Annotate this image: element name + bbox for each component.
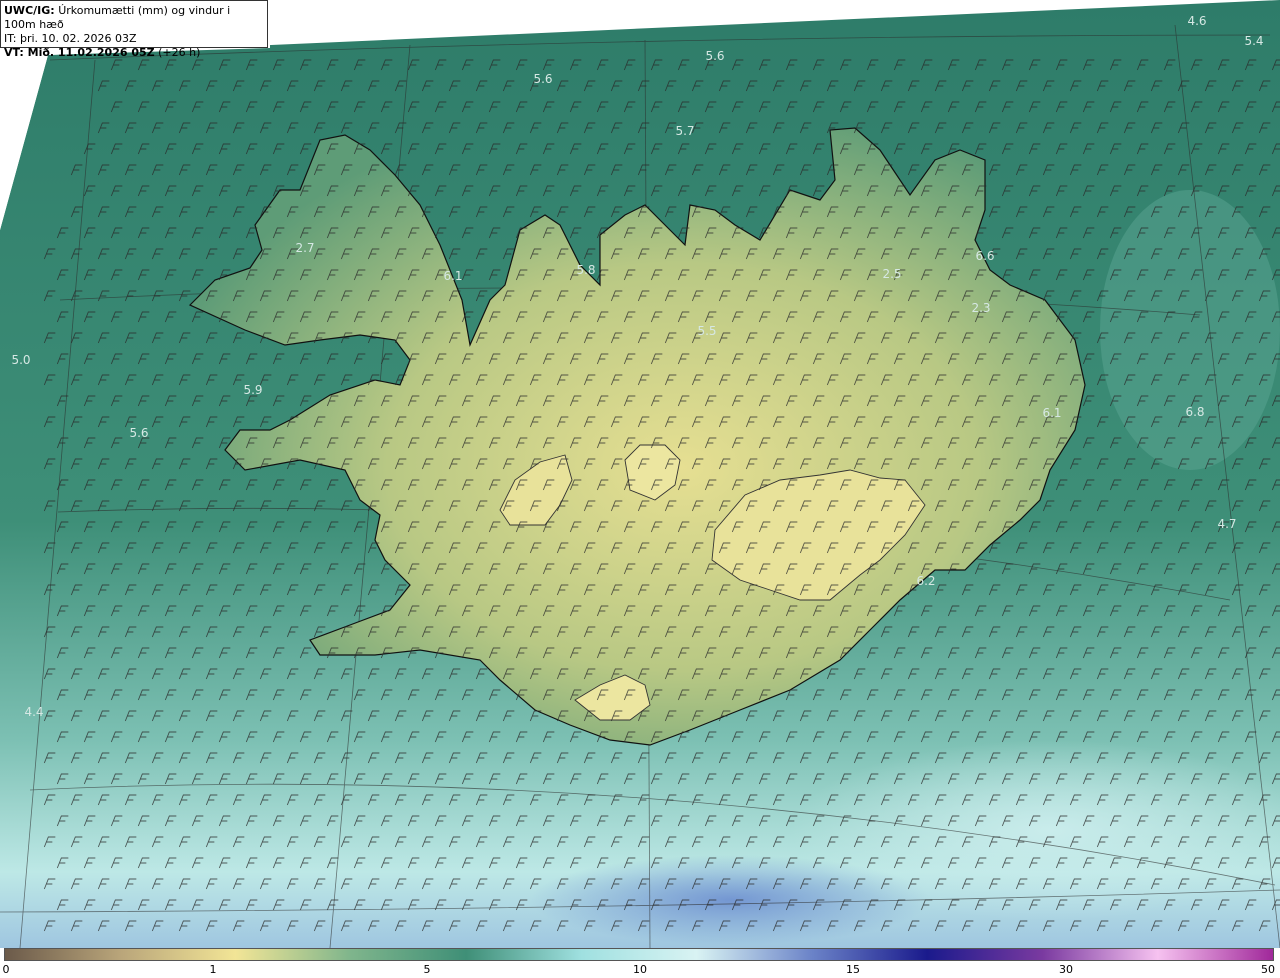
precip-value-label: 2.5: [882, 267, 901, 281]
precip-value-label: 4.7: [1217, 517, 1236, 531]
precip-value-label: 5.0: [11, 353, 30, 367]
precip-value-label: 2.7: [295, 241, 314, 255]
colorbar-tick: 0: [2, 963, 10, 976]
colorbar-tick: 15: [846, 963, 860, 976]
colorbar-tick: 10: [633, 963, 647, 976]
valid-time: VT: Mið. 11.02.2026 05Z: [4, 46, 155, 59]
forecast-map[interactable]: 4.6 5.4 5.6 5.6 5.7 2.7 6.1 5.8 2.5 6.6 2.3 5.5 5.0 5…: [0, 0, 1280, 948]
lead-time: (+26 h): [158, 46, 201, 59]
precip-value-label: 6.1: [443, 269, 462, 283]
colorbar-tick: 30: [1059, 963, 1073, 976]
colorbar-tick: 50: [1261, 963, 1275, 976]
valid-time-line: VT: Mið. 11.02.2026 05Z (+26 h): [4, 46, 264, 60]
colorbar: 0 1 5 10 15 30 50: [0, 948, 1280, 978]
precip-value-label: 5.7: [675, 124, 694, 138]
precip-value-label: 5.6: [533, 72, 552, 86]
precip-value-label: 6.8: [1185, 405, 1204, 419]
precip-value-label: 5.6: [705, 49, 724, 63]
precip-value-label: 4.4: [24, 705, 43, 719]
colorbar-tick: 5: [423, 963, 431, 976]
precip-value-label: 5.4: [1244, 34, 1263, 48]
precip-value-label: 5.8: [576, 263, 595, 277]
precip-value-label: 2.3: [971, 301, 990, 315]
colorbar-gradient: [4, 948, 1274, 961]
title-line: UWC/IG: Úrkomumætti (mm) og vindur i 100…: [4, 4, 264, 32]
precip-value-label: 6.2: [916, 574, 935, 588]
precip-blob-east: [1100, 190, 1280, 470]
precip-value-label: 6.1: [1042, 406, 1061, 420]
map-info-box: UWC/IG: Úrkomumætti (mm) og vindur i 100…: [0, 0, 268, 59]
model-code: UWC/IG:: [4, 4, 55, 17]
precip-value-label: 5.9: [243, 383, 262, 397]
precip-value-label: 5.5: [697, 324, 716, 338]
map-canvas[interactable]: 4.6 5.4 5.6 5.6 5.7 2.7 6.1 5.8 2.5 6.6 2.3 5.5 5.0 5…: [0, 0, 1280, 948]
precip-value-label: 5.6: [129, 426, 148, 440]
issue-time: IT: þri. 10. 02. 2026 03Z: [4, 32, 137, 45]
precip-value-label: 4.6: [1187, 14, 1206, 28]
precip-value-label: 6.6: [975, 249, 994, 263]
colorbar-tick: 1: [209, 963, 217, 976]
